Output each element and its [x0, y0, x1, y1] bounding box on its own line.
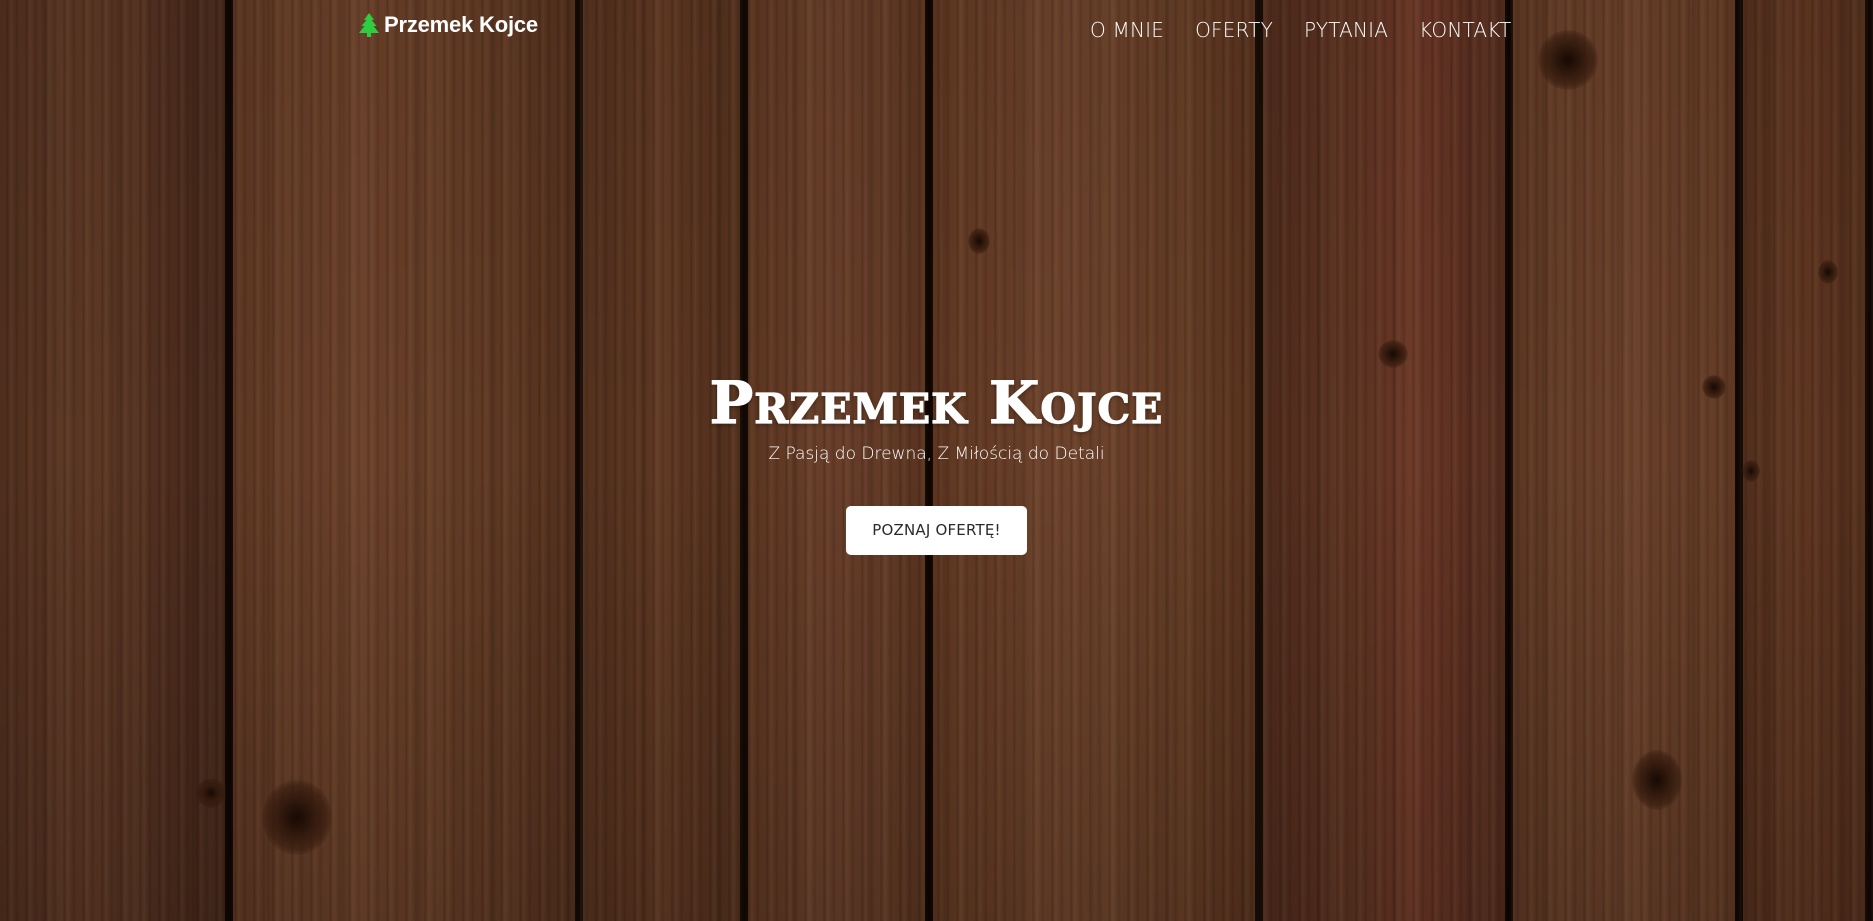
nav-link-o-mnie[interactable]: O MNIE: [1090, 18, 1164, 42]
brand-name: Przemek Kojce: [384, 12, 538, 37]
hero-title: Przemek Kojce: [709, 368, 1164, 437]
nav-link-oferty[interactable]: OFERTY: [1195, 18, 1273, 42]
nav-link-pytania[interactable]: PYTANIA: [1304, 18, 1388, 42]
nav-link-kontakt[interactable]: KONTAKT: [1419, 18, 1511, 42]
brand-link[interactable]: Przemek Kojce: [358, 12, 538, 38]
main-nav: O MNIE OFERTY PYTANIA KONTAKT: [1090, 18, 1542, 42]
poznaj-oferte-button[interactable]: POZNAJ OFERTĘ!: [846, 506, 1027, 555]
hero-subtitle: Z Pasją do Drewna, Z Miłością do Detali: [768, 444, 1105, 464]
tree-icon: [358, 12, 380, 38]
top-navbar: Przemek Kojce O MNIE OFERTY PYTANIA KONT…: [0, 0, 1873, 60]
hero-content: Przemek Kojce Z Pasją do Drewna, Z Miłoś…: [0, 368, 1873, 555]
hero-section: Przemek Kojce O MNIE OFERTY PYTANIA KONT…: [0, 0, 1873, 921]
